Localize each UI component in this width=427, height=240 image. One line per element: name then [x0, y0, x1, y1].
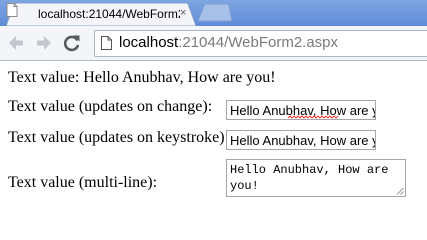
on-change-label: Text value (updates on change):	[8, 98, 213, 115]
static-text-row: Text value: Hello Anubhav, How are you!	[8, 69, 276, 87]
active-tab[interactable]: localhost:21044/WebForm2.aspx ×	[6, 3, 196, 26]
new-tab-icon	[197, 3, 233, 22]
page-icon	[101, 36, 112, 50]
browser-toolbar: localhost:21044/WebForm2.aspx	[0, 26, 427, 61]
tab-title: localhost:21044/WebForm2.aspx	[38, 7, 180, 21]
resize-grip-icon[interactable]	[396, 187, 404, 195]
forward-icon[interactable]	[34, 33, 54, 53]
multiline-label: Text value (multi-line):	[8, 174, 158, 191]
multiline-text: Hello Anubhav, How are you!	[230, 163, 396, 193]
url-path: :21044/WebForm2.aspx	[178, 34, 339, 51]
url-host: localhost	[119, 34, 179, 51]
reload-icon[interactable]	[62, 33, 82, 53]
url-text[interactable]: localhost:21044/WebForm2.aspx	[119, 34, 338, 51]
spellcheck-underline	[288, 115, 338, 119]
page-content: Text value: Hello Anubhav, How are you! …	[0, 61, 427, 220]
tab-strip: localhost:21044/WebForm2.aspx ×	[0, 0, 427, 26]
back-icon[interactable]	[6, 33, 26, 53]
static-label: Text value:	[8, 69, 80, 86]
multiline-textarea[interactable]: Hello Anubhav, How are you!	[226, 159, 406, 197]
address-bar[interactable]: localhost:21044/WebForm2.aspx	[94, 30, 427, 57]
new-tab-button[interactable]	[196, 3, 234, 26]
static-value: Hello Anubhav, How are you!	[83, 69, 276, 86]
tab-close-icon[interactable]: ×	[180, 7, 186, 19]
on-keystroke-input[interactable]: Hello Anubhav, How are you!	[226, 130, 376, 150]
on-keystroke-label: Text value (updates on keystroke):	[8, 129, 230, 146]
favicon-icon	[6, 3, 18, 17]
